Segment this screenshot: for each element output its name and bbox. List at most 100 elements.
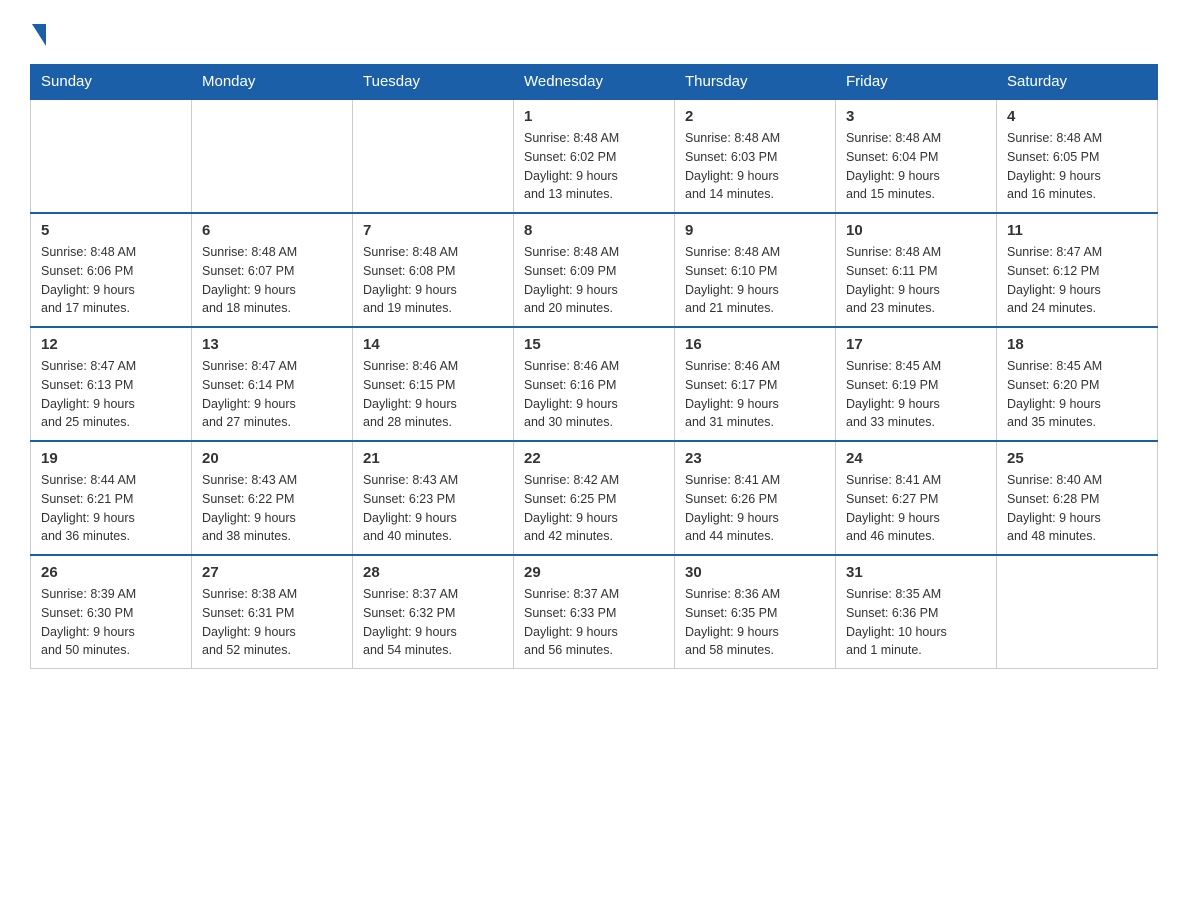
weekday-header-wednesday: Wednesday [514, 65, 675, 100]
day-info: Sunrise: 8:46 AMSunset: 6:17 PMDaylight:… [685, 357, 825, 432]
day-info: Sunrise: 8:36 AMSunset: 6:35 PMDaylight:… [685, 585, 825, 660]
day-number: 14 [363, 336, 503, 353]
day-number: 28 [363, 564, 503, 581]
day-number: 16 [685, 336, 825, 353]
day-number: 24 [846, 450, 986, 467]
day-number: 13 [202, 336, 342, 353]
day-number: 5 [41, 222, 181, 239]
calendar-cell: 17 Sunrise: 8:45 AMSunset: 6:19 PMDayligh… [836, 327, 997, 441]
day-info: Sunrise: 8:48 AMSunset: 6:06 PMDaylight:… [41, 243, 181, 318]
day-number: 4 [1007, 108, 1147, 125]
day-info: Sunrise: 8:48 AMSunset: 6:03 PMDaylight:… [685, 129, 825, 204]
day-info: Sunrise: 8:46 AMSunset: 6:16 PMDaylight:… [524, 357, 664, 432]
day-info: Sunrise: 8:45 AMSunset: 6:19 PMDaylight:… [846, 357, 986, 432]
day-info: Sunrise: 8:43 AMSunset: 6:22 PMDaylight:… [202, 471, 342, 546]
calendar-cell: 31 Sunrise: 8:35 AMSunset: 6:36 PMDayligh… [836, 555, 997, 669]
day-info: Sunrise: 8:48 AMSunset: 6:04 PMDaylight:… [846, 129, 986, 204]
day-info: Sunrise: 8:47 AMSunset: 6:14 PMDaylight:… [202, 357, 342, 432]
day-info: Sunrise: 8:48 AMSunset: 6:08 PMDaylight:… [363, 243, 503, 318]
calendar-cell: 13 Sunrise: 8:47 AMSunset: 6:14 PMDayligh… [192, 327, 353, 441]
day-number: 7 [363, 222, 503, 239]
day-info: Sunrise: 8:39 AMSunset: 6:30 PMDaylight:… [41, 585, 181, 660]
day-number: 1 [524, 108, 664, 125]
day-info: Sunrise: 8:35 AMSunset: 6:36 PMDaylight:… [846, 585, 986, 660]
day-info: Sunrise: 8:38 AMSunset: 6:31 PMDaylight:… [202, 585, 342, 660]
weekday-header-monday: Monday [192, 65, 353, 100]
day-number: 23 [685, 450, 825, 467]
calendar-cell: 24 Sunrise: 8:41 AMSunset: 6:27 PMDayligh… [836, 441, 997, 555]
calendar-cell: 15 Sunrise: 8:46 AMSunset: 6:16 PMDayligh… [514, 327, 675, 441]
day-info: Sunrise: 8:41 AMSunset: 6:27 PMDaylight:… [846, 471, 986, 546]
day-info: Sunrise: 8:45 AMSunset: 6:20 PMDaylight:… [1007, 357, 1147, 432]
day-number: 22 [524, 450, 664, 467]
day-number: 2 [685, 108, 825, 125]
day-number: 31 [846, 564, 986, 581]
calendar-body: 1 Sunrise: 8:48 AMSunset: 6:02 PMDaylight… [31, 99, 1158, 669]
day-info: Sunrise: 8:46 AMSunset: 6:15 PMDaylight:… [363, 357, 503, 432]
calendar-cell: 9 Sunrise: 8:48 AMSunset: 6:10 PMDaylight… [675, 213, 836, 327]
day-info: Sunrise: 8:40 AMSunset: 6:28 PMDaylight:… [1007, 471, 1147, 546]
calendar-cell: 7 Sunrise: 8:48 AMSunset: 6:08 PMDaylight… [353, 213, 514, 327]
weekday-header-tuesday: Tuesday [353, 65, 514, 100]
week-row-3: 12 Sunrise: 8:47 AMSunset: 6:13 PMDayligh… [31, 327, 1158, 441]
calendar-cell: 19Sunrise: 8:44 AMSunset: 6:21 PMDayligh… [31, 441, 192, 555]
day-number: 15 [524, 336, 664, 353]
calendar-cell: 16 Sunrise: 8:46 AMSunset: 6:17 PMDayligh… [675, 327, 836, 441]
day-number: 17 [846, 336, 986, 353]
day-info: Sunrise: 8:42 AMSunset: 6:25 PMDaylight:… [524, 471, 664, 546]
day-info: Sunrise: 8:43 AMSunset: 6:23 PMDaylight:… [363, 471, 503, 546]
calendar-cell: 6Sunrise: 8:48 AMSunset: 6:07 PMDaylight… [192, 213, 353, 327]
weekday-header-thursday: Thursday [675, 65, 836, 100]
day-number: 26 [41, 564, 181, 581]
weekday-header-row: SundayMondayTuesdayWednesdayThursdayFrid… [31, 65, 1158, 100]
calendar-cell [31, 99, 192, 213]
day-number: 8 [524, 222, 664, 239]
day-info: Sunrise: 8:37 AMSunset: 6:33 PMDaylight:… [524, 585, 664, 660]
week-row-2: 5 Sunrise: 8:48 AMSunset: 6:06 PMDaylight… [31, 213, 1158, 327]
calendar-cell: 28 Sunrise: 8:37 AMSunset: 6:32 PMDayligh… [353, 555, 514, 669]
day-info: Sunrise: 8:48 AMSunset: 6:10 PMDaylight:… [685, 243, 825, 318]
weekday-header-friday: Friday [836, 65, 997, 100]
calendar-cell: 22 Sunrise: 8:42 AMSunset: 6:25 PMDayligh… [514, 441, 675, 555]
day-number: 12 [41, 336, 181, 353]
day-info: Sunrise: 8:48 AMSunset: 6:05 PMDaylight:… [1007, 129, 1147, 204]
calendar-cell: 21Sunrise: 8:43 AMSunset: 6:23 PMDayligh… [353, 441, 514, 555]
calendar-header: SundayMondayTuesdayWednesdayThursdayFrid… [31, 65, 1158, 100]
day-info: Sunrise: 8:48 AMSunset: 6:02 PMDaylight:… [524, 129, 664, 204]
calendar-cell: 4 Sunrise: 8:48 AMSunset: 6:05 PMDaylight… [997, 99, 1158, 213]
week-row-4: 19Sunrise: 8:44 AMSunset: 6:21 PMDayligh… [31, 441, 1158, 555]
day-number: 18 [1007, 336, 1147, 353]
weekday-header-sunday: Sunday [31, 65, 192, 100]
day-number: 30 [685, 564, 825, 581]
day-info: Sunrise: 8:47 AMSunset: 6:13 PMDaylight:… [41, 357, 181, 432]
calendar-cell: 20Sunrise: 8:43 AMSunset: 6:22 PMDayligh… [192, 441, 353, 555]
day-info: Sunrise: 8:41 AMSunset: 6:26 PMDaylight:… [685, 471, 825, 546]
day-number: 27 [202, 564, 342, 581]
calendar-cell [353, 99, 514, 213]
day-info: Sunrise: 8:47 AMSunset: 6:12 PMDaylight:… [1007, 243, 1147, 318]
calendar-cell [997, 555, 1158, 669]
calendar-cell: 5 Sunrise: 8:48 AMSunset: 6:06 PMDaylight… [31, 213, 192, 327]
logo-arrow-icon [32, 24, 46, 46]
header [30, 20, 1158, 46]
day-number: 9 [685, 222, 825, 239]
day-info: Sunrise: 8:48 AMSunset: 6:11 PMDaylight:… [846, 243, 986, 318]
calendar-cell: 2 Sunrise: 8:48 AMSunset: 6:03 PMDaylight… [675, 99, 836, 213]
calendar-cell: 8Sunrise: 8:48 AMSunset: 6:09 PMDaylight… [514, 213, 675, 327]
day-info: Sunrise: 8:37 AMSunset: 6:32 PMDaylight:… [363, 585, 503, 660]
day-info: Sunrise: 8:48 AMSunset: 6:07 PMDaylight:… [202, 243, 342, 318]
weekday-header-saturday: Saturday [997, 65, 1158, 100]
calendar-cell: 18 Sunrise: 8:45 AMSunset: 6:20 PMDayligh… [997, 327, 1158, 441]
logo [30, 20, 46, 46]
calendar-cell: 26 Sunrise: 8:39 AMSunset: 6:30 PMDayligh… [31, 555, 192, 669]
day-number: 29 [524, 564, 664, 581]
day-number: 11 [1007, 222, 1147, 239]
calendar-cell: 25Sunrise: 8:40 AMSunset: 6:28 PMDayligh… [997, 441, 1158, 555]
calendar-cell: 1 Sunrise: 8:48 AMSunset: 6:02 PMDaylight… [514, 99, 675, 213]
week-row-1: 1 Sunrise: 8:48 AMSunset: 6:02 PMDaylight… [31, 99, 1158, 213]
calendar-cell: 29 Sunrise: 8:37 AMSunset: 6:33 PMDayligh… [514, 555, 675, 669]
day-number: 3 [846, 108, 986, 125]
calendar-cell: 27 Sunrise: 8:38 AMSunset: 6:31 PMDayligh… [192, 555, 353, 669]
calendar-cell: 14 Sunrise: 8:46 AMSunset: 6:15 PMDayligh… [353, 327, 514, 441]
calendar-cell [192, 99, 353, 213]
